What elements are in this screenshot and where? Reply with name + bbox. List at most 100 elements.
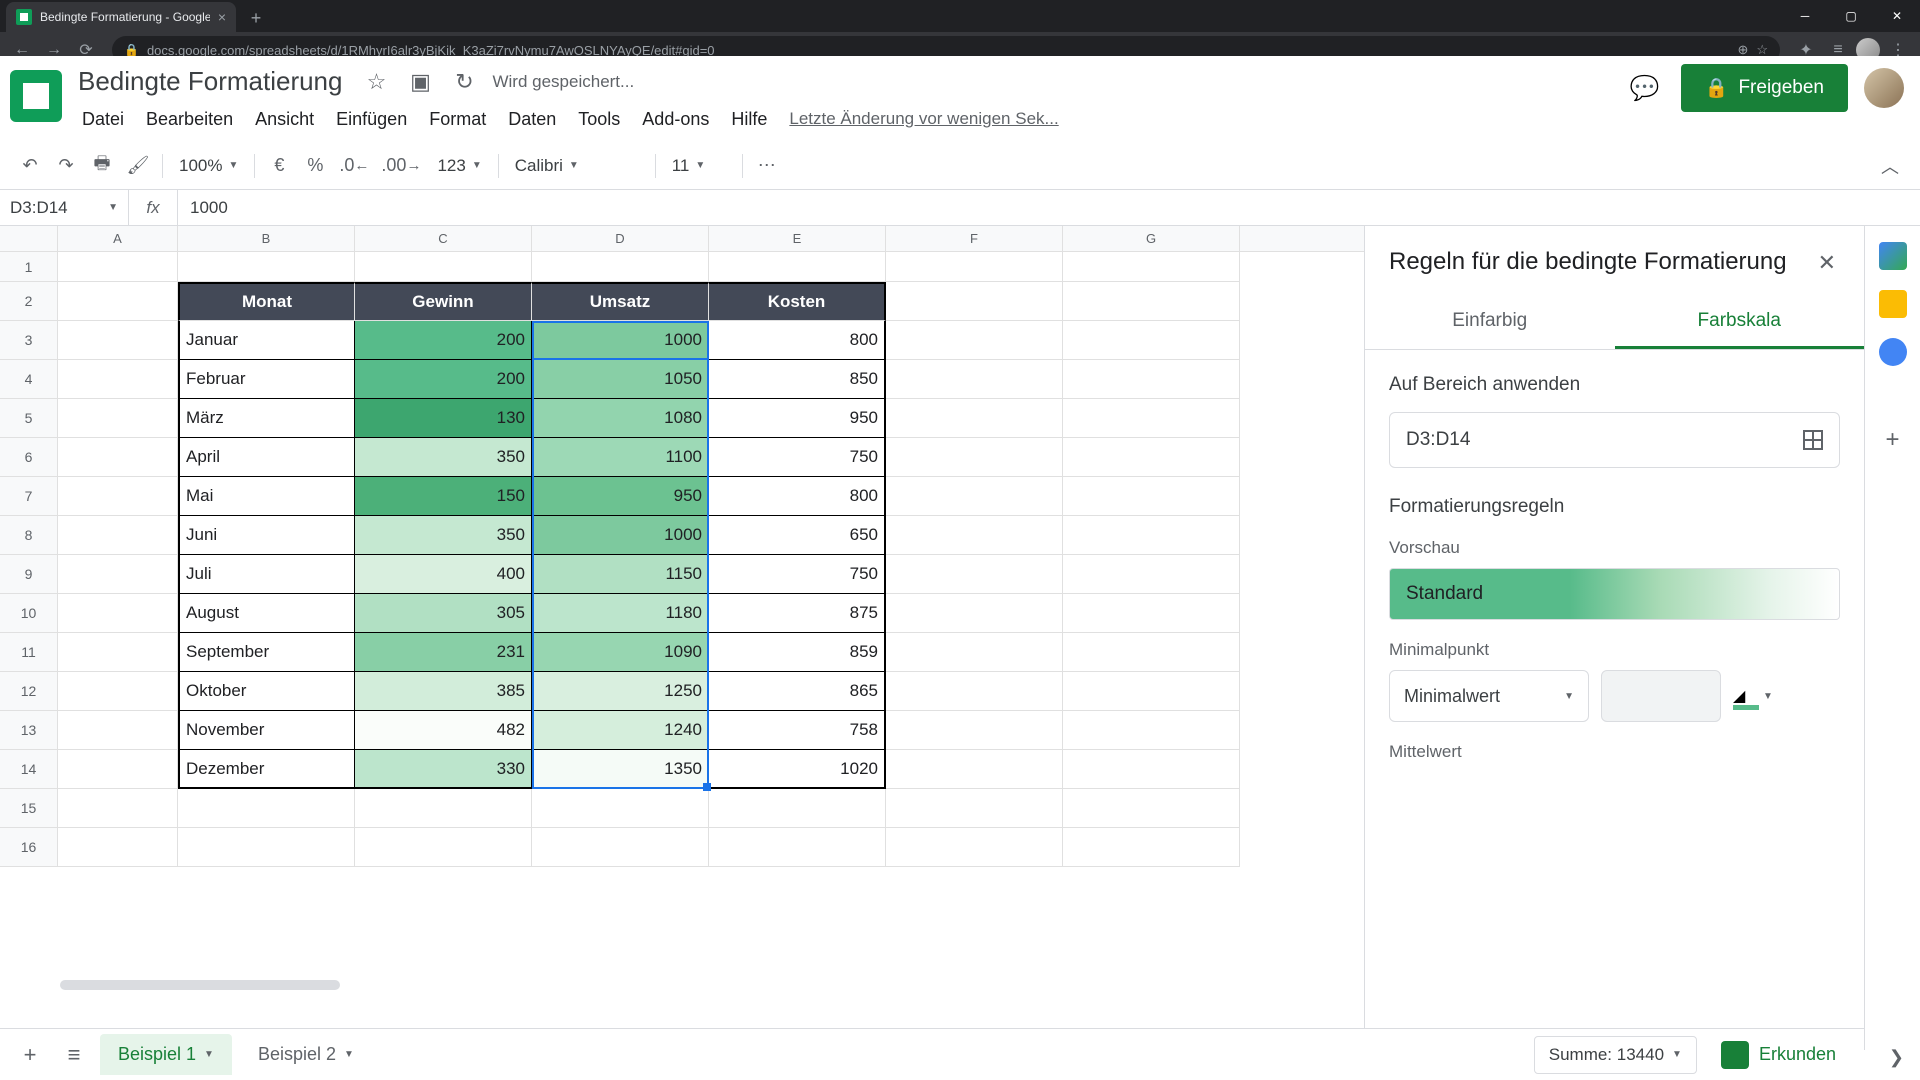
cell[interactable]: 875 — [709, 594, 886, 633]
cell[interactable]: Gewinn — [355, 282, 532, 321]
cell[interactable] — [1063, 438, 1240, 477]
col-header-a[interactable]: A — [58, 226, 178, 251]
cell[interactable] — [58, 672, 178, 711]
cell[interactable] — [58, 594, 178, 633]
menu-einfuegen[interactable]: Einfügen — [326, 103, 417, 136]
cell[interactable] — [1063, 633, 1240, 672]
sum-indicator[interactable]: Summe: 13440▼ — [1534, 1036, 1697, 1074]
cell[interactable]: 1020 — [709, 750, 886, 789]
zoom-select[interactable]: 100%▼ — [171, 156, 246, 176]
cell[interactable]: 1250 — [532, 672, 709, 711]
cell[interactable] — [1063, 477, 1240, 516]
menu-daten[interactable]: Daten — [498, 103, 566, 136]
tasks-addon-icon[interactable] — [1879, 338, 1907, 366]
cell[interactable]: 1350 — [532, 750, 709, 789]
cell[interactable] — [1063, 594, 1240, 633]
cell[interactable]: 482 — [355, 711, 532, 750]
preview-gradient[interactable]: Standard — [1389, 568, 1840, 620]
minimize-icon[interactable]: ─ — [1782, 0, 1828, 32]
cell[interactable]: 750 — [709, 555, 886, 594]
cell[interactable] — [886, 711, 1063, 750]
cell[interactable]: 231 — [355, 633, 532, 672]
cell[interactable]: 130 — [355, 399, 532, 438]
tab-single-color[interactable]: Einfarbig — [1365, 296, 1615, 349]
cell[interactable]: Kosten — [709, 282, 886, 321]
menu-bearbeiten[interactable]: Bearbeiten — [136, 103, 243, 136]
cell[interactable] — [886, 555, 1063, 594]
cell[interactable] — [58, 399, 178, 438]
cell[interactable] — [178, 252, 355, 282]
cell[interactable] — [886, 282, 1063, 321]
cell[interactable]: Oktober — [178, 672, 355, 711]
cell[interactable]: 865 — [709, 672, 886, 711]
row-header-16[interactable]: 16 — [0, 828, 58, 867]
cell[interactable]: 1080 — [532, 399, 709, 438]
col-header-d[interactable]: D — [532, 226, 709, 251]
calendar-addon-icon[interactable] — [1879, 242, 1907, 270]
min-type-select[interactable]: Minimalwert▼ — [1389, 670, 1589, 722]
cell[interactable] — [1063, 516, 1240, 555]
cell[interactable] — [886, 750, 1063, 789]
user-avatar[interactable] — [1864, 68, 1904, 108]
cell[interactable]: 800 — [709, 321, 886, 360]
increase-decimal-button[interactable]: .00→ — [377, 150, 425, 182]
menu-ansicht[interactable]: Ansicht — [245, 103, 324, 136]
cell[interactable] — [58, 438, 178, 477]
range-input[interactable]: D3:D14 — [1389, 412, 1840, 468]
hide-side-panel-icon[interactable]: ❯ — [1889, 1047, 1904, 1068]
comments-icon[interactable]: 💬 — [1625, 68, 1665, 108]
cell[interactable] — [1063, 399, 1240, 438]
cell[interactable] — [886, 672, 1063, 711]
cell[interactable]: 800 — [709, 477, 886, 516]
cell[interactable]: Januar — [178, 321, 355, 360]
cell[interactable] — [886, 321, 1063, 360]
decrease-decimal-button[interactable]: .0← — [335, 150, 373, 182]
close-panel-icon[interactable]: ✕ — [1814, 246, 1840, 280]
cell[interactable] — [1063, 789, 1240, 828]
row-header-15[interactable]: 15 — [0, 789, 58, 828]
print-button[interactable]: 🖶 — [86, 150, 118, 182]
cell[interactable]: 859 — [709, 633, 886, 672]
col-header-g[interactable]: G — [1063, 226, 1240, 251]
collapse-toolbar-icon[interactable]: ︿ — [1874, 150, 1906, 182]
cell[interactable]: 758 — [709, 711, 886, 750]
cell[interactable] — [58, 711, 178, 750]
cell[interactable] — [355, 828, 532, 867]
cell[interactable]: Februar — [178, 360, 355, 399]
row-header-14[interactable]: 14 — [0, 750, 58, 789]
cell[interactable] — [1063, 672, 1240, 711]
cell[interactable]: 950 — [709, 399, 886, 438]
spreadsheet-grid[interactable]: A B C D E F G 12345678910111213141516 Mo… — [0, 226, 1364, 1050]
cell[interactable] — [1063, 750, 1240, 789]
sheet-tab-2[interactable]: Beispiel 2▼ — [240, 1034, 372, 1075]
cell[interactable] — [58, 321, 178, 360]
cell[interactable]: 1090 — [532, 633, 709, 672]
cell[interactable] — [886, 633, 1063, 672]
cell[interactable] — [58, 360, 178, 399]
menu-tools[interactable]: Tools — [568, 103, 630, 136]
cell[interactable]: 850 — [709, 360, 886, 399]
cell[interactable]: 400 — [355, 555, 532, 594]
row-header-2[interactable]: 2 — [0, 282, 58, 321]
cell[interactable] — [58, 555, 178, 594]
cell[interactable] — [58, 252, 178, 282]
cell[interactable] — [1063, 360, 1240, 399]
add-sheet-button[interactable]: + — [12, 1037, 48, 1073]
cell[interactable] — [886, 594, 1063, 633]
row-header-12[interactable]: 12 — [0, 672, 58, 711]
cell[interactable]: Mai — [178, 477, 355, 516]
tab-color-scale[interactable]: Farbskala — [1615, 296, 1865, 349]
cell[interactable]: September — [178, 633, 355, 672]
menu-hilfe[interactable]: Hilfe — [721, 103, 777, 136]
cell[interactable]: Juni — [178, 516, 355, 555]
maximize-icon[interactable]: ▢ — [1828, 0, 1874, 32]
cell[interactable] — [58, 282, 178, 321]
cell[interactable]: November — [178, 711, 355, 750]
cell[interactable] — [886, 252, 1063, 282]
redo-button[interactable]: ↷ — [50, 150, 82, 182]
browser-tab[interactable]: Bedingte Formatierung - Google × — [6, 2, 236, 32]
select-range-icon[interactable] — [1803, 430, 1823, 450]
cell[interactable] — [886, 516, 1063, 555]
keep-addon-icon[interactable] — [1879, 290, 1907, 318]
cell[interactable] — [178, 789, 355, 828]
